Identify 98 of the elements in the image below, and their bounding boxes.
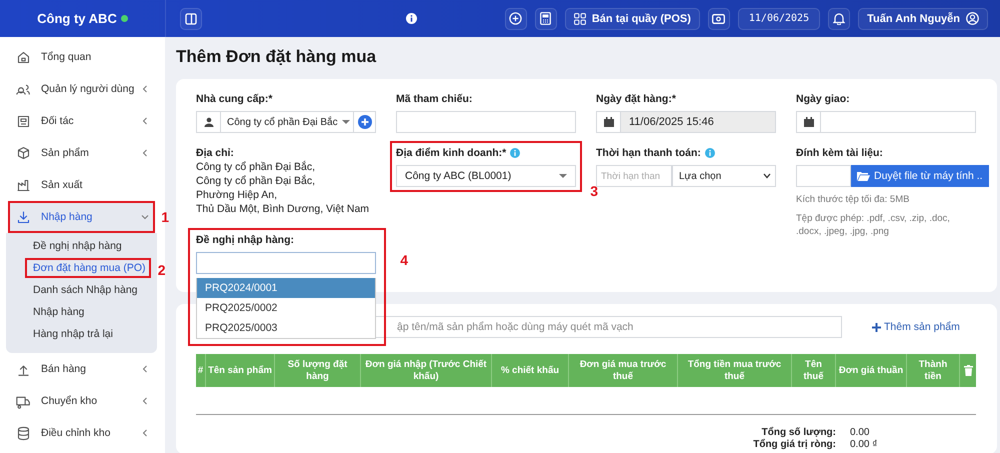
total-label: Tổng giá trị ròng: bbox=[752, 439, 836, 450]
annotation-number: 1 bbox=[161, 209, 169, 225]
sidebar-item[interactable]: Sản xuất bbox=[8, 169, 155, 201]
grid-icon bbox=[574, 12, 586, 24]
sidebar-item[interactable]: Bán hàng bbox=[8, 353, 155, 385]
field-label: Đề nghị nhập hàng: bbox=[196, 234, 295, 246]
term-unit-select[interactable]: Lựa chọn bbox=[672, 165, 776, 187]
plus-circle-icon[interactable] bbox=[358, 115, 372, 129]
plus-icon bbox=[872, 322, 881, 332]
field-label: Thời hạn thanh toán: bbox=[596, 147, 776, 159]
total-label: Tổng số lượng: bbox=[760, 427, 836, 438]
column-header: Đơn giá nhập (Trước Chiết khấu) bbox=[361, 354, 492, 387]
submenu-item[interactable]: Đơn đặt hàng mua (PO) bbox=[33, 262, 146, 274]
browse-button[interactable]: Duyệt file từ máy tính .. bbox=[851, 165, 989, 187]
sidebar-item[interactable]: Quản lý người dùng bbox=[8, 73, 155, 105]
field-label: Ngày đặt hàng:* bbox=[596, 93, 677, 105]
person-icon bbox=[204, 117, 214, 127]
annotation-number: 4 bbox=[400, 252, 408, 268]
annotation-number: 2 bbox=[158, 262, 166, 278]
calendar-icon bbox=[604, 117, 614, 127]
sidebar-item[interactable]: Chuyển kho bbox=[8, 385, 155, 417]
column-header: # bbox=[196, 354, 206, 387]
field-label: Đính kèm tài liệu: bbox=[796, 147, 884, 159]
column-header: Thành tiền bbox=[907, 354, 960, 387]
payment-term-input[interactable]: Thời hạn than bbox=[596, 165, 672, 187]
trash-icon[interactable] bbox=[964, 365, 972, 376]
hint-text: Tệp được phép: .pdf, .csv, .zip, .doc, .docx, .jpeg, .jpg, .png bbox=[796, 212, 951, 238]
chevron-down-icon bbox=[763, 173, 771, 179]
box-icon bbox=[16, 146, 31, 160]
column-header: % chiết khấu bbox=[492, 354, 569, 387]
factory-icon bbox=[16, 178, 31, 192]
field-label: Ngày giao: bbox=[796, 93, 851, 105]
calculator-icon bbox=[540, 12, 552, 25]
column-header: Đơn giá thuần bbox=[836, 354, 907, 387]
supplier-select[interactable]: Công ty cổ phần Đại Bắc bbox=[220, 111, 354, 133]
page-title: Thêm Đơn đặt hàng mua bbox=[176, 47, 378, 67]
sidebar-item[interactable]: Đối tác bbox=[8, 105, 155, 137]
user-menu-button[interactable]: Tuấn Anh Nguyễn bbox=[858, 8, 988, 30]
field-label: Địa chỉ: bbox=[196, 146, 235, 160]
column-header: Đơn giá mua trước thuế bbox=[569, 354, 678, 387]
address-line: Công ty cổ phần Đại Bắc, bbox=[196, 174, 316, 188]
submenu-item[interactable]: Đề nghị nhập hàng bbox=[33, 240, 122, 252]
banknote-icon bbox=[712, 14, 726, 24]
submenu-item[interactable]: Hàng nhập trả lại bbox=[33, 328, 113, 340]
cash-button[interactable] bbox=[708, 8, 730, 30]
sidebar-toggle-button[interactable] bbox=[180, 8, 202, 30]
chevron-left-icon bbox=[141, 365, 149, 373]
user-icon bbox=[966, 12, 979, 25]
dropdown-option[interactable]: PRQ2024/0001 bbox=[197, 278, 375, 298]
field-label: Nhà cung cấp:* bbox=[196, 93, 274, 105]
calculator-button[interactable] bbox=[534, 8, 557, 30]
annotation-number: 3 bbox=[590, 183, 598, 199]
calendar-icon bbox=[804, 117, 814, 127]
folder-icon bbox=[857, 171, 870, 181]
submenu-item[interactable]: Danh sách Nhập hàng bbox=[33, 284, 138, 296]
plus-circle-icon bbox=[509, 12, 522, 25]
field-label: Mã tham chiếu: bbox=[396, 93, 474, 105]
column-header: Số lượng đặt hàng bbox=[275, 354, 361, 387]
sidebar-item[interactable]: Sản phẩm bbox=[8, 137, 155, 169]
chevron-left-icon bbox=[141, 429, 149, 437]
address-line: Công ty cổ phần Đại Bắc, bbox=[196, 160, 316, 174]
column-header: Tên sản phẩm bbox=[206, 354, 275, 387]
address-line: Phường Hiệp An, bbox=[196, 188, 278, 202]
status-dot bbox=[120, 15, 128, 22]
delivery-date-input[interactable] bbox=[820, 111, 976, 133]
info-icon[interactable] bbox=[406, 13, 417, 24]
hint-text: Kích thước tệp tối đa: 5MB bbox=[796, 193, 910, 206]
brand-name: Công ty ABC bbox=[37, 11, 117, 26]
reference-input[interactable] bbox=[396, 111, 576, 133]
address-line: Thủ Dầu Một, Bình Dương, Việt Nam bbox=[196, 202, 370, 216]
column-header: Tổng tiền mua trước thuế bbox=[678, 354, 792, 387]
chevron-left-icon bbox=[141, 85, 149, 93]
proposal-input[interactable] bbox=[196, 252, 376, 274]
notification-button[interactable] bbox=[828, 8, 850, 30]
sidebar-item[interactable]: Điều chỉnh kho bbox=[8, 417, 155, 449]
total-value: 0.00 bbox=[850, 427, 870, 438]
database-icon bbox=[16, 426, 31, 440]
column-header: Tên thuế bbox=[792, 354, 836, 387]
download-icon bbox=[16, 210, 31, 224]
chevron-left-icon bbox=[141, 149, 149, 157]
chevron-left-icon bbox=[141, 117, 149, 125]
sidebar-item[interactable]: Tổng quan bbox=[8, 41, 155, 73]
add-product-link[interactable]: Thêm sản phẩm bbox=[872, 321, 960, 333]
panel-icon bbox=[185, 12, 197, 24]
chevron-left-icon bbox=[141, 397, 149, 405]
date-button[interactable]: 11/06/2025 bbox=[738, 8, 820, 30]
bell-icon bbox=[833, 12, 846, 25]
submenu-item[interactable]: Nhập hàng bbox=[33, 306, 84, 318]
pos-button[interactable]: Bán tại quầy (POS) bbox=[564, 8, 700, 30]
id-card-icon bbox=[16, 114, 31, 128]
field-label: Địa điểm kinh doanh:* bbox=[396, 147, 576, 159]
house-icon bbox=[16, 50, 31, 64]
chevron-down-icon bbox=[141, 213, 149, 221]
total-value: 0.00 ₫ bbox=[850, 439, 878, 450]
add-button[interactable] bbox=[504, 8, 527, 30]
dropdown-option[interactable]: PRQ2025/0002 bbox=[197, 298, 375, 318]
location-select[interactable]: Công ty ABC (BL0001) bbox=[396, 165, 576, 187]
file-input[interactable] bbox=[796, 165, 851, 187]
